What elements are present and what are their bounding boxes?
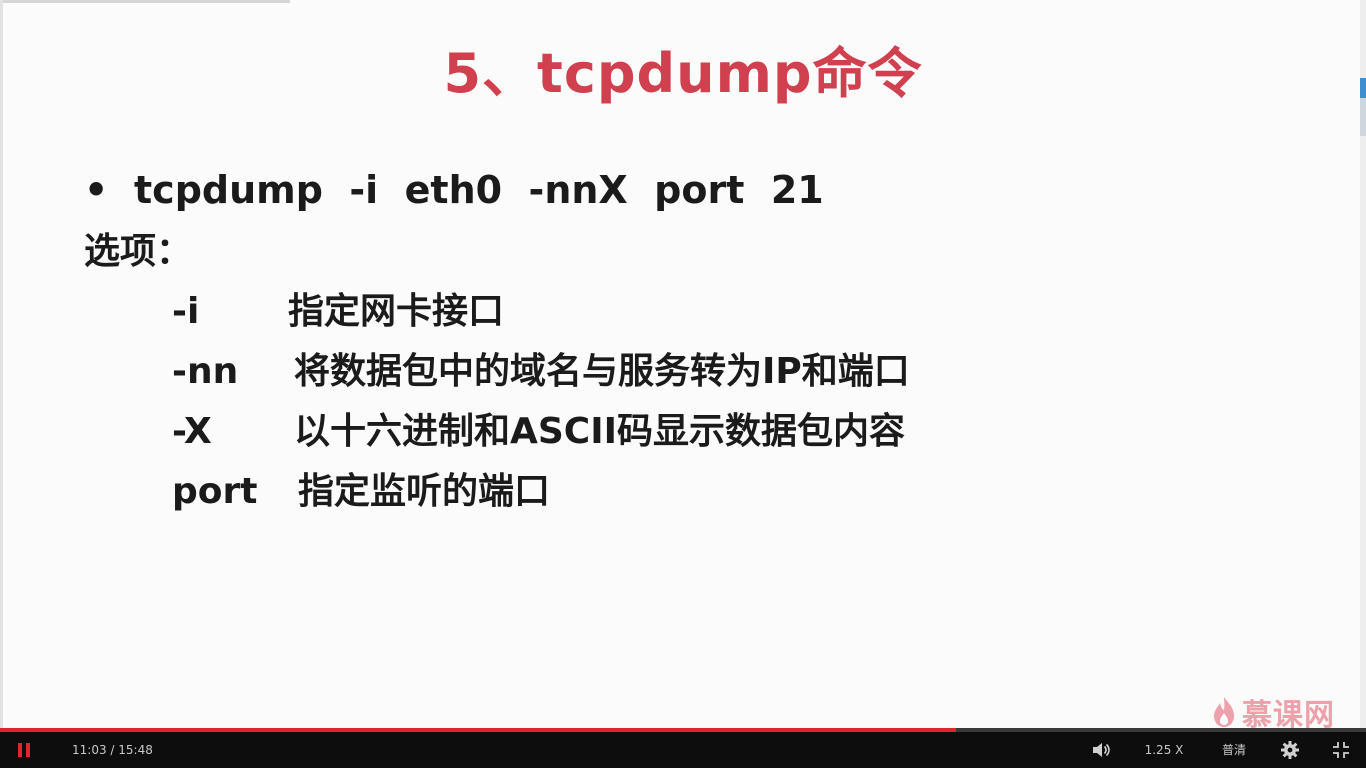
option-description: 指定网卡接口 <box>288 291 505 332</box>
flame-icon <box>1214 697 1234 727</box>
watermark-text: 慕课网 <box>1242 698 1335 728</box>
time-separator: / <box>106 743 119 757</box>
exit-fullscreen-button[interactable] <box>1332 741 1350 759</box>
current-time: 11:03 <box>72 743 107 757</box>
video-frame[interactable]: 5、tcpdump命令 • tcpdump -i eth0 -nnX port 2… <box>0 0 1366 728</box>
volume-icon <box>1093 743 1110 757</box>
volume-button[interactable] <box>1090 740 1112 760</box>
option-flag: -X <box>172 411 212 452</box>
watermark-logo: 慕课网 <box>1210 692 1335 728</box>
option-description: 将数据包中的域名与服务转为IP和端口 <box>294 351 910 392</box>
option-flag: -nn <box>172 351 239 392</box>
options-label: 选项： <box>84 231 193 272</box>
option-flag: port <box>172 471 258 512</box>
bullet-dot: • <box>84 168 109 212</box>
time-display: 11:03 / 15:48 <box>72 732 153 768</box>
pause-button[interactable] <box>14 740 36 760</box>
settings-button[interactable] <box>1280 740 1300 760</box>
gear-icon <box>1281 741 1299 759</box>
top-strip <box>0 0 290 3</box>
command-bullet: • tcpdump -i eth0 -nnX port 21 <box>84 164 824 216</box>
playback-speed-button[interactable]: 1.25 X <box>1140 732 1188 768</box>
option-description: 指定监听的端口 <box>298 471 551 512</box>
slide-title: 5、tcpdump命令 <box>443 42 923 105</box>
option-description: 以十六进制和ASCII码显示数据包内容 <box>294 411 905 452</box>
video-player: 5、tcpdump命令 • tcpdump -i eth0 -nnX port 2… <box>0 0 1366 768</box>
command-text: tcpdump -i eth0 -nnX port 21 <box>134 168 824 212</box>
duration: 15:48 <box>118 743 153 757</box>
option-flag: -i <box>172 291 200 332</box>
pause-icon <box>18 743 30 757</box>
quality-button[interactable]: 普清 <box>1214 732 1254 768</box>
control-bar: 11:03 / 15:48 1.25 X 普清 <box>0 732 1366 768</box>
exit-fullscreen-icon <box>1333 742 1349 758</box>
